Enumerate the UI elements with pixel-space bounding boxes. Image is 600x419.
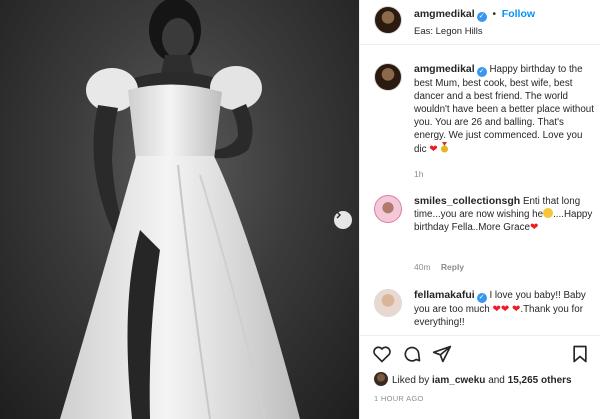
post-photo[interactable] (0, 0, 359, 419)
author-avatar[interactable] (374, 6, 402, 34)
save-bookmark-icon[interactable] (570, 344, 590, 364)
woman-in-white-gown-illustration (60, 0, 300, 419)
caption: amgmedikal ✓ Happy birthday to the best M… (374, 63, 594, 193)
heart-icon: ❤ (500, 304, 510, 315)
author-line: amgmedikal ✓ • Follow (414, 8, 535, 22)
author-username[interactable]: amgmedikal (414, 8, 475, 20)
liker-avatar (374, 372, 388, 386)
comment-username[interactable]: fellamakafui (414, 289, 475, 301)
heart-icon: ❤ (529, 222, 539, 233)
likes-count[interactable]: 15,265 others (508, 375, 572, 386)
comment-text-block: smiles_collectionsgh Enti that long time… (414, 195, 594, 234)
like-heart-icon[interactable] (372, 344, 392, 364)
likes-summary: Liked by iam_cweku and 15,265 others (374, 372, 572, 386)
comment-item: smiles_collectionsgh Enti that long time… (374, 195, 592, 275)
next-photo-button[interactable] (334, 211, 352, 229)
chevron-right-icon (336, 211, 341, 219)
smiling-face-emoji-icon (543, 208, 554, 218)
post-actions: Liked by iam_cweku and 15,265 others 1 H… (360, 335, 600, 419)
post-timestamp[interactable]: 1 HOUR AGO (374, 394, 424, 403)
caption-username[interactable]: amgmedikal (414, 63, 475, 75)
reply-button[interactable]: Reply (441, 262, 464, 272)
separator-dot: • (492, 9, 496, 20)
post-header: amgmedikal ✓ • Follow Eas: Legon Hills (360, 0, 600, 45)
commenter-avatar[interactable] (374, 195, 402, 223)
likes-prefix: Liked by (392, 375, 430, 386)
comment-meta: 40m Reply (414, 262, 464, 272)
comment-time: 40m (414, 262, 431, 272)
comment-item: fellamakafui ✓ I love you baby!! Baby you… (374, 289, 589, 335)
liker-username[interactable]: iam_cweku (432, 375, 485, 386)
verified-badge-icon: ✓ (476, 12, 487, 22)
caption-avatar[interactable] (374, 63, 402, 91)
post-side-panel: amgmedikal ✓ • Follow Eas: Legon Hills am… (359, 0, 600, 419)
share-paper-plane-icon[interactable] (432, 344, 452, 364)
likes-and: and (488, 375, 505, 386)
comment-text-block: fellamakafui ✓ I love you baby!! Baby you… (414, 289, 594, 329)
caption-text-block: amgmedikal ✓ Happy birthday to the best M… (414, 63, 594, 156)
commenter-avatar[interactable] (374, 289, 402, 317)
follow-button[interactable]: Follow (502, 8, 535, 20)
verified-badge-icon: ✓ (476, 293, 487, 303)
comment-bubble-icon[interactable] (402, 344, 422, 364)
caption-time: 1h (414, 169, 424, 179)
verified-badge-icon: ✓ (476, 67, 487, 77)
post-location[interactable]: Eas: Legon Hills (414, 26, 483, 37)
heart-icon: ❤ (429, 144, 438, 155)
medal-icon (441, 142, 449, 153)
comment-username[interactable]: smiles_collectionsgh (414, 195, 520, 207)
comments-section: amgmedikal ✓ Happy birthday to the best M… (360, 45, 600, 335)
heart-icon: ❤ (492, 304, 501, 315)
